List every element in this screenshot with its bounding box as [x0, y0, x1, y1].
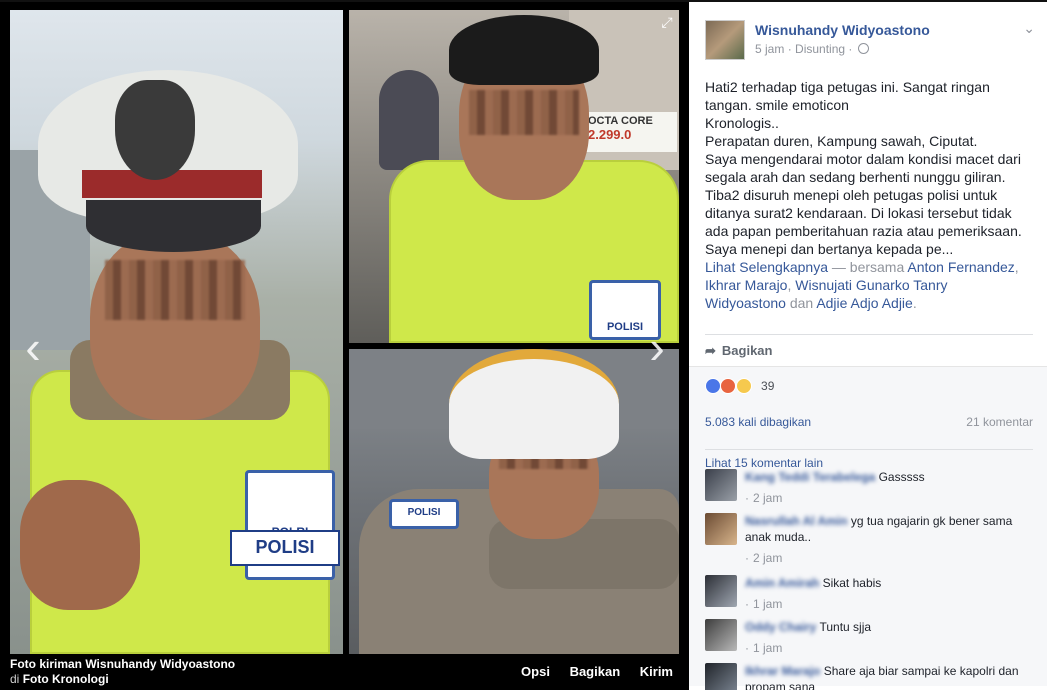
comment-time-value[interactable]: 1 jam: [753, 641, 782, 655]
photo-caption: Foto kiriman Wisnuhandy Widyoastono di F…: [10, 657, 235, 687]
post-panel: Wisnuhandy Widyoastono 5 jam · Disunting…: [689, 0, 1047, 690]
post-header: Wisnuhandy Widyoastono 5 jam · Disunting…: [705, 18, 1035, 62]
reactions[interactable]: 39: [705, 378, 774, 396]
share-label: Bagikan: [721, 343, 773, 358]
viewer-footer: Foto kiriman Wisnuhandy Widyoastono di F…: [0, 654, 689, 690]
officer-hand: [20, 480, 140, 610]
post-line: Saya mengendarai motor dalam kondisi mac…: [705, 151, 1021, 185]
comment-count[interactable]: 21 komentar: [966, 415, 1033, 429]
meta-separator-2: ·: [848, 42, 853, 56]
post-text: Hati2 terhadap tiga petugas ini. Sangat …: [705, 78, 1031, 258]
author-name[interactable]: Wisnuhandy Widyoastono: [755, 22, 930, 38]
share-row: ➦ Bagikan: [705, 334, 1033, 364]
reaction-count[interactable]: 39: [761, 379, 774, 393]
polisi-strip: POLISI: [230, 530, 340, 566]
post-line: Tiba2 disuruh menepi oleh petugas polisi…: [705, 187, 1022, 257]
edited-label[interactable]: Disunting: [795, 42, 845, 56]
with-label: — bersama: [831, 259, 905, 275]
commenter-name[interactable]: Kang Teddi Terabelega: [745, 470, 875, 484]
commenter-name[interactable]: Nasrullah Al Amin: [745, 514, 847, 528]
comment-time-value[interactable]: 1 jam: [753, 597, 782, 611]
polisi-badge: POLISI: [389, 499, 459, 529]
options-button[interactable]: Opsi: [521, 664, 550, 679]
comment-text: Tuntu sjja: [819, 620, 872, 634]
face-blur: [469, 90, 579, 135]
share-arrow-icon: ➦: [705, 343, 716, 358]
commenter-name[interactable]: Amin Amirah: [745, 576, 819, 590]
store-sign: OCTA CORE 2.299.0: [585, 112, 677, 152]
chevron-down-icon[interactable]: ⌄: [1023, 20, 1035, 37]
caption-poster[interactable]: Foto kiriman Wisnuhandy Widyoastono: [10, 657, 235, 672]
chevron-left-icon[interactable]: ‹: [16, 324, 50, 373]
top-border: [0, 0, 689, 2]
badge-label: POLISI: [606, 321, 644, 333]
face-blur: [105, 260, 245, 320]
commenter-avatar[interactable]: [705, 575, 737, 607]
cap-visor: [86, 200, 261, 252]
tagged-person[interactable]: Adjie Adjo Adjie: [816, 295, 913, 311]
comment-body: Kang Teddi Terabelega Gasssss: [745, 469, 1033, 485]
commenter-name[interactable]: Ikhrar Marajo: [745, 664, 820, 678]
officer-hair: [449, 15, 599, 85]
store-sign-name: OCTA CORE: [588, 115, 653, 127]
share-count[interactable]: 5.083 kali dibagikan: [705, 415, 811, 429]
and-label: dan: [789, 295, 814, 311]
photo-bottom-right-officer[interactable]: POLISI: [349, 349, 679, 654]
stats-row: 5.083 kali dibagikan 21 komentar: [705, 415, 1033, 429]
comment-time: · 2 jam: [745, 551, 783, 565]
badge-label: POLISI: [407, 507, 441, 518]
comment-time: · 1 jam: [745, 597, 783, 611]
expand-icon[interactable]: ⤢: [658, 14, 676, 32]
comment-text: Sikat habis: [822, 576, 882, 590]
angry-reaction-icon: [720, 378, 737, 394]
tagged-person[interactable]: Ikhrar Marajo: [705, 277, 787, 293]
post-line: Perapatan duren, Kampung sawah, Ciputat.: [705, 133, 978, 149]
sad-reaction-icon: [735, 378, 752, 394]
comment-body: Ikhrar Marajo Share aja biar sampai ke k…: [745, 663, 1033, 690]
meta-separator: ·: [787, 42, 792, 56]
motorcycle-rider: [379, 70, 439, 170]
tagged-person[interactable]: Anton Fernandez: [907, 259, 1014, 275]
share-photo-button[interactable]: Bagikan: [570, 664, 621, 679]
commenter-avatar[interactable]: [705, 663, 737, 690]
caption-in-label: di: [10, 672, 20, 686]
police-helmet: [449, 349, 619, 459]
comment-time-value[interactable]: 2 jam: [753, 551, 782, 565]
photo-top-right-officer[interactable]: OCTA CORE 2.299.0 POLISI: [349, 10, 679, 343]
engagement-section: 39 5.083 kali dibagikan 21 komentar Liha…: [689, 366, 1047, 690]
commenter-avatar[interactable]: [705, 619, 737, 651]
author-avatar[interactable]: [705, 20, 745, 60]
photo-left-officer[interactable]: POLRI POLISI: [10, 10, 343, 654]
post-meta: 5 jam · Disunting ·: [755, 42, 869, 56]
send-button[interactable]: Kirim: [640, 664, 673, 679]
globe-icon[interactable]: [857, 43, 869, 54]
store-sign-price: 2.299.0: [588, 127, 632, 142]
post-time[interactable]: 5 jam: [755, 42, 784, 56]
comment-text: Gasssss: [878, 470, 925, 484]
cap-emblem: [115, 80, 195, 180]
post-line: Kronologis..: [705, 115, 779, 131]
commenter-avatar[interactable]: [705, 469, 737, 501]
caption-album-link[interactable]: Foto Kronologi: [23, 672, 109, 686]
photo-viewer: POLRI POLISI OCTA CORE 2.299.0 POLISI PO…: [0, 0, 689, 690]
comment-body: Amin Amirah Sikat habis: [745, 575, 1033, 591]
comment-time: · 1 jam: [745, 641, 783, 655]
view-more-comments[interactable]: Lihat 15 komentar lain: [705, 449, 1033, 470]
like-reaction-icon: [705, 378, 721, 394]
commenter-name[interactable]: Oddy Chairy: [745, 620, 816, 634]
polisi-strip-label: POLISI: [255, 537, 315, 557]
viewer-actions: Opsi Bagikan Kirim: [505, 664, 673, 679]
post-line: Hati2 terhadap tiga petugas ini. Sangat …: [705, 79, 990, 113]
commenter-avatar[interactable]: [705, 513, 737, 545]
chevron-right-icon[interactable]: ›: [640, 324, 674, 373]
see-more-link[interactable]: Lihat Selengkapnya: [705, 259, 828, 275]
comment-time-value[interactable]: 2 jam: [753, 491, 782, 505]
post-tags: Lihat Selengkapnya — bersama Anton Ferna…: [705, 259, 1019, 311]
comment-body: Oddy Chairy Tuntu sjja: [745, 619, 1033, 635]
share-button[interactable]: ➦ Bagikan: [705, 343, 772, 359]
comment-body: Nasrullah Al Amin yg tua ngajarin gk ben…: [745, 513, 1033, 545]
officer-face: [90, 230, 260, 420]
comment-time: · 2 jam: [745, 491, 783, 505]
